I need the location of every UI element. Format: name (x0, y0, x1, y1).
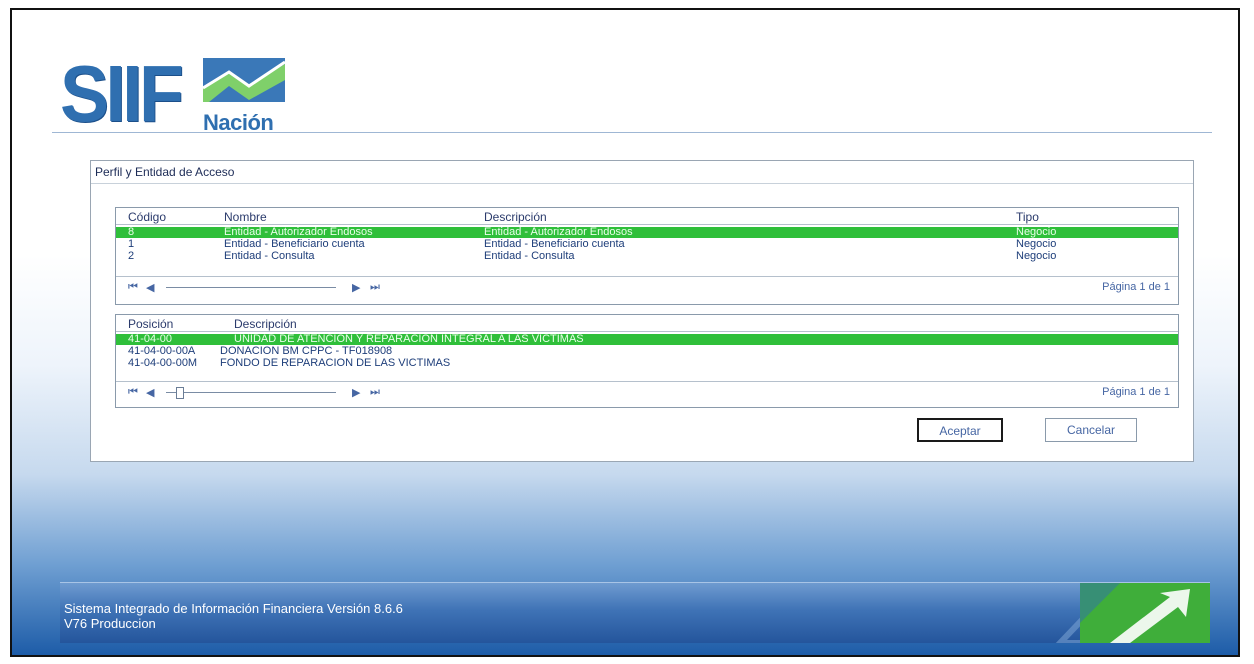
environment-label: V76 Produccion (64, 616, 156, 631)
cell-description: Entidad - Consulta (484, 250, 575, 262)
logo-text: SIIF (60, 49, 184, 138)
cell-description: Entidad - Autorizador Endosos (484, 226, 633, 238)
cell-type: Negocio (1016, 250, 1057, 262)
accept-button[interactable]: Aceptar (917, 418, 1003, 442)
cell-position: 41-04-00 (128, 333, 173, 345)
cell-description: UNIDAD DE ATENCION Y REPARACION INTEGRAL… (234, 333, 584, 345)
table-row[interactable]: 1 Entidad - Beneficiario cuenta Entidad … (116, 239, 1178, 250)
logo-chart-icon (203, 58, 285, 102)
dialog-title: Perfil y Entidad de Acceso (95, 165, 235, 179)
footer-arrow-icon (1055, 583, 1210, 643)
cell-description: FONDO DE REPARACION DE LAS VICTIMAS (220, 357, 451, 369)
cell-description: Entidad - Beneficiario cuenta (484, 238, 625, 250)
first-page-icon[interactable]: ⏮ (128, 281, 138, 294)
profiles-pager: ⏮ ◀ ▶ ⏭ Página 1 de 1 (116, 276, 1178, 299)
first-page-icon[interactable]: ⏮ (128, 386, 138, 399)
last-page-icon[interactable]: ⏭ (370, 281, 380, 294)
col-header-position[interactable]: Posición (128, 317, 173, 331)
col-header-description[interactable]: Descripción (484, 210, 547, 224)
cell-name: Entidad - Beneficiario cuenta (224, 238, 365, 250)
system-name: Sistema Integrado de Información Financi… (64, 601, 403, 616)
table-row[interactable]: 41-04-00 UNIDAD DE ATENCION Y REPARACION… (116, 334, 1178, 345)
cell-name: Entidad - Consulta (224, 250, 315, 262)
next-page-icon[interactable]: ▶ (352, 281, 360, 294)
page-slider[interactable] (166, 287, 336, 288)
profiles-table: Código Nombre Descripción Tipo 8 Entidad… (115, 207, 1179, 305)
app-window: SIIF Nación Perfil y Entidad de Acceso C… (10, 8, 1240, 657)
positions-pager: ⏮ ◀ ▶ ⏭ Página 1 de 1 (116, 381, 1178, 404)
positions-table: Posición Descripción 41-04-00 UNIDAD DE … (115, 314, 1179, 408)
cell-position: 41-04-00-00M (128, 357, 198, 369)
page-info: Página 1 de 1 (1102, 386, 1170, 398)
prev-page-icon[interactable]: ◀ (146, 281, 154, 294)
col-header-name[interactable]: Nombre (224, 210, 267, 224)
prev-page-icon[interactable]: ◀ (146, 386, 154, 399)
access-dialog: Perfil y Entidad de Acceso Código Nombre… (90, 160, 1194, 462)
cell-code: 8 (128, 226, 135, 238)
title-divider (91, 183, 1193, 184)
page-slider[interactable] (166, 392, 336, 393)
cell-type: Negocio (1016, 238, 1057, 250)
header-divider (116, 224, 1178, 225)
last-page-icon[interactable]: ⏭ (370, 386, 380, 399)
next-page-icon[interactable]: ▶ (352, 386, 360, 399)
cell-code: 2 (128, 250, 135, 262)
slider-thumb[interactable] (176, 387, 184, 399)
header-divider (52, 132, 1212, 133)
footer-banner: Sistema Integrado de Información Financi… (60, 582, 1210, 643)
col-header-code[interactable]: Código (128, 210, 166, 224)
table-row[interactable]: 41-04-00-00M FONDO DE REPARACION DE LAS … (116, 358, 1178, 369)
table-row[interactable]: 2 Entidad - Consulta Entidad - Consulta … (116, 251, 1178, 262)
cell-code: 1 (128, 238, 135, 250)
col-header-type[interactable]: Tipo (1016, 210, 1039, 224)
cell-description: DONACION BM CPPC - TF018908 (220, 345, 393, 357)
table-row[interactable]: 8 Entidad - Autorizador Endosos Entidad … (116, 227, 1178, 238)
table-row[interactable]: 41-04-00-00A DONACION BM CPPC - TF018908 (116, 346, 1178, 357)
siif-logo: SIIF Nación (60, 52, 290, 142)
cancel-button[interactable]: Cancelar (1045, 418, 1137, 442)
header-divider (116, 331, 1178, 332)
cell-name: Entidad - Autorizador Endosos (224, 226, 373, 238)
col-header-description[interactable]: Descripción (234, 317, 297, 331)
cell-position: 41-04-00-00A (128, 345, 196, 357)
cell-type: Negocio (1016, 226, 1057, 238)
page-info: Página 1 de 1 (1102, 281, 1170, 293)
